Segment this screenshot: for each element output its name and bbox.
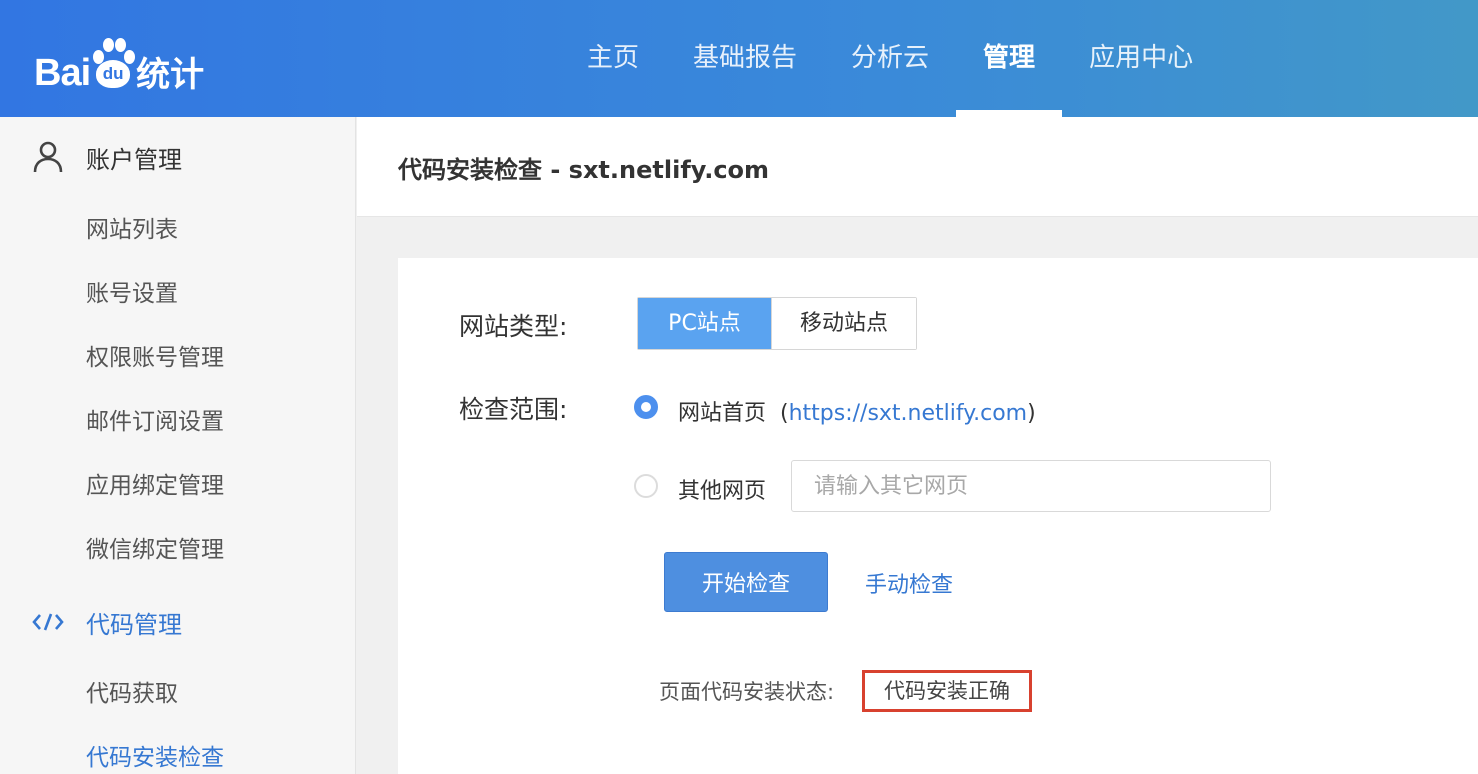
nav-basic-report[interactable]: 基础报告 <box>666 0 824 117</box>
sidebar-item-site-list[interactable]: 网站列表 <box>86 210 178 250</box>
scope-other-radio[interactable] <box>634 474 658 498</box>
site-type-pc-button[interactable]: PC站点 <box>638 298 771 349</box>
scope-home-label: 网站首页 <box>678 401 767 426</box>
scope-label: 检查范围: <box>459 395 568 424</box>
sidebar-item-app-binding[interactable]: 应用绑定管理 <box>86 466 224 506</box>
sidebar-item-account-settings[interactable]: 账号设置 <box>86 274 178 314</box>
install-status-value: 代码安装正确 <box>862 670 1032 712</box>
scope-home-option[interactable]: 网站首页 (https://sxt.netlify.com) <box>678 395 1036 427</box>
main-nav: 主页 基础报告 分析云 管理 应用中心 <box>560 0 1220 117</box>
sidebar-item-code-install-check[interactable]: 代码安装检查 <box>86 738 224 774</box>
top-header: Bai du 统计 主页 基础报告 分析云 管理 应用中心 <box>0 0 1478 117</box>
sidebar-item-permission-accounts[interactable]: 权限账号管理 <box>86 338 224 378</box>
sidebar-group-code[interactable]: 代码管理 <box>0 590 356 654</box>
sidebar-item-wechat-binding[interactable]: 微信绑定管理 <box>86 530 224 570</box>
sidebar-group-code-label: 代码管理 <box>86 610 182 639</box>
sidebar-item-email-subscription[interactable]: 邮件订阅设置 <box>86 402 224 442</box>
scope-home-url-link[interactable]: https://sxt.netlify.com <box>789 401 1028 426</box>
nav-home[interactable]: 主页 <box>560 0 666 117</box>
sidebar: 账户管理 网站列表 账号设置 权限账号管理 邮件订阅设置 应用绑定管理 微信绑定… <box>0 117 356 774</box>
start-check-button[interactable]: 开始检查 <box>664 552 828 612</box>
user-icon <box>32 141 64 173</box>
scope-other-label[interactable]: 其他网页 <box>678 473 766 505</box>
sidebar-group-account[interactable]: 账户管理 <box>0 125 356 189</box>
sidebar-group-account-label: 账户管理 <box>86 145 182 174</box>
scope-home-radio[interactable] <box>634 395 658 419</box>
other-page-input[interactable] <box>791 460 1271 512</box>
code-icon <box>32 606 64 638</box>
sidebar-item-get-code[interactable]: 代码获取 <box>86 674 178 714</box>
install-status-label: 页面代码安装状态: <box>659 680 835 704</box>
page-title-bar: 代码安装检查 - sxt.netlify.com <box>357 117 1478 217</box>
logo-latin: Bai <box>34 52 91 94</box>
manual-check-link[interactable]: 手动检查 <box>865 567 953 599</box>
nav-management[interactable]: 管理 <box>956 0 1063 117</box>
page-title: 代码安装检查 - sxt.netlify.com <box>398 156 770 184</box>
nav-analysis-cloud[interactable]: 分析云 <box>824 0 956 117</box>
logo-cn: 统计 <box>136 55 205 95</box>
site-type-mobile-button[interactable]: 移动站点 <box>771 298 916 349</box>
baidu-tongji-logo[interactable]: Bai du 统计 <box>34 28 204 92</box>
site-type-label: 网站类型: <box>459 312 568 341</box>
paw-icon: du <box>92 36 136 92</box>
logo-paw-text: du <box>102 64 124 83</box>
nav-app-center[interactable]: 应用中心 <box>1062 0 1220 117</box>
site-type-toggle: PC站点 移动站点 <box>637 297 917 350</box>
